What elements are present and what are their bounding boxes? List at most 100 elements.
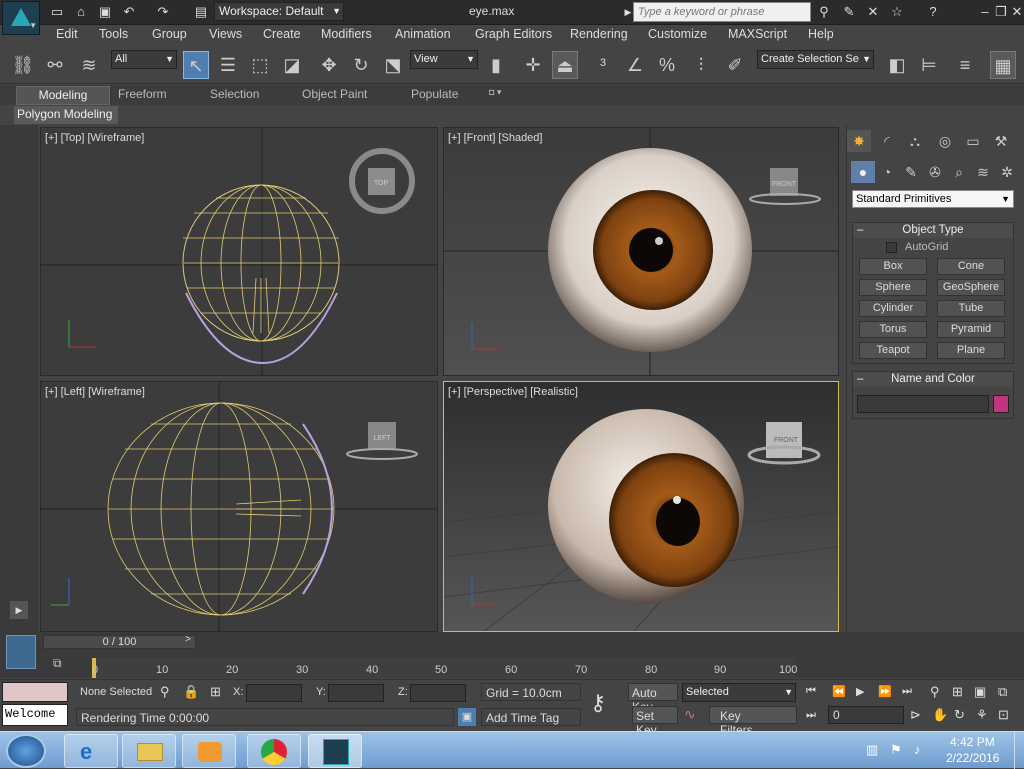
- modify-tab-icon[interactable]: ◜: [875, 130, 899, 152]
- object-type-header[interactable]: – Object Type: [853, 223, 1013, 238]
- time-slider-forward-icon[interactable]: >: [185, 634, 191, 645]
- torus-button[interactable]: Torus: [859, 321, 927, 338]
- motion-tab-icon[interactable]: ◎: [933, 130, 957, 152]
- cylinder-button[interactable]: Cylinder: [859, 300, 927, 317]
- viewport-top[interactable]: [+] [Top] [Wireframe] TOP: [40, 127, 438, 376]
- select-and-link-icon[interactable]: ⛓: [10, 51, 36, 79]
- default-in-out-key-icon[interactable]: ⚷: [590, 690, 606, 716]
- search-input[interactable]: Type a keyword or phrase: [633, 2, 811, 22]
- key-mode-toggle-icon[interactable]: ⏭: [806, 709, 816, 722]
- zoom-extents-icon[interactable]: ▣: [974, 684, 986, 700]
- help-icon[interactable]: ?: [924, 3, 942, 21]
- redo-icon[interactable]: ↷: [154, 3, 172, 21]
- key-mode-dropdown[interactable]: Selected ▼: [682, 683, 796, 702]
- shapes-icon[interactable]: ◔: [875, 161, 899, 183]
- select-by-name-icon[interactable]: ☰: [215, 51, 241, 79]
- maximize-viewport-icon[interactable]: ⊡: [998, 707, 1009, 723]
- viewport-layout-icon[interactable]: [6, 635, 36, 669]
- window-crossing-icon[interactable]: ◪: [279, 51, 305, 79]
- box-button[interactable]: Box: [859, 258, 927, 275]
- spinner-snap-icon[interactable]: ⫶: [688, 51, 714, 79]
- pivot-center-icon[interactable]: ▮: [483, 51, 509, 79]
- autogrid-checkbox[interactable]: [886, 242, 897, 253]
- set-key-button[interactable]: Set Key: [632, 706, 678, 737]
- maxscript-listener-input[interactable]: Welcome: [2, 704, 68, 726]
- show-desktop-button[interactable]: [1014, 732, 1024, 769]
- tab-object-paint[interactable]: Object Paint: [302, 87, 367, 101]
- menu-edit[interactable]: Edit: [56, 27, 78, 41]
- menu-modifiers[interactable]: Modifiers: [321, 27, 372, 41]
- save-icon[interactable]: ▣: [96, 3, 114, 21]
- percent-snap-icon[interactable]: %: [654, 51, 680, 79]
- polygon-modeling-panel[interactable]: Polygon Modeling: [14, 106, 118, 124]
- bind-space-warp-icon[interactable]: ≋: [76, 51, 102, 79]
- pyramid-button[interactable]: Pyramid: [937, 321, 1005, 338]
- tab-populate[interactable]: Populate: [411, 87, 458, 101]
- network-icon[interactable]: ▥: [866, 742, 878, 758]
- close-icon[interactable]: ✕: [1008, 3, 1024, 21]
- left-view-cube[interactable]: LEFT: [373, 435, 391, 442]
- clock-date[interactable]: 2/22/2016: [946, 751, 999, 765]
- unlink-icon[interactable]: ⚯: [42, 51, 68, 79]
- clock-time[interactable]: 4:42 PM: [950, 735, 995, 749]
- current-frame-field[interactable]: 0: [828, 706, 904, 724]
- plane-button[interactable]: Plane: [937, 342, 1005, 359]
- y-coordinate-field[interactable]: [328, 684, 384, 702]
- viewport-left[interactable]: [+] [Left] [Wireframe] LEFT: [40, 381, 438, 632]
- zoom-icon[interactable]: ⚲: [930, 684, 940, 700]
- category-dropdown[interactable]: Standard Primitives ▼: [852, 190, 1014, 208]
- helpers-icon[interactable]: ⌕: [947, 161, 971, 183]
- named-selection-set-dropdown[interactable]: Create Selection Se ▼: [757, 50, 874, 69]
- angle-snap-icon[interactable]: ∠: [622, 51, 648, 79]
- menu-help[interactable]: Help: [808, 27, 834, 41]
- scale-icon[interactable]: ⬔: [380, 51, 406, 79]
- display-tab-icon[interactable]: ▭: [961, 130, 985, 152]
- time-tag-icon[interactable]: ▣: [458, 708, 476, 726]
- maxscript-mini-listener-top[interactable]: [2, 682, 68, 702]
- go-to-start-icon[interactable]: ⏮: [806, 685, 816, 698]
- zoom-all-icon[interactable]: ⊞: [952, 684, 963, 700]
- isolate-selection-icon[interactable]: ⚲: [160, 684, 170, 700]
- media-player-icon[interactable]: [182, 734, 236, 768]
- object-color-swatch[interactable]: [993, 395, 1009, 413]
- viewport-perspective-label[interactable]: [+] [Perspective] [Realistic]: [448, 386, 578, 398]
- align-icon[interactable]: ⊨: [916, 51, 942, 79]
- tube-button[interactable]: Tube: [937, 300, 1005, 317]
- snap-toggle-icon[interactable]: ³: [590, 51, 616, 79]
- previous-frame-icon[interactable]: ⏪: [832, 685, 846, 698]
- hierarchy-tab-icon[interactable]: ⛬: [903, 130, 927, 152]
- edit-named-selection-icon[interactable]: ✐: [722, 51, 748, 79]
- cameras-icon[interactable]: ✇: [923, 161, 947, 183]
- subscription-icon[interactable]: ✎: [840, 3, 858, 21]
- tab-freeform[interactable]: Freeform: [118, 87, 167, 101]
- top-view-cube[interactable]: TOP: [374, 180, 389, 187]
- x-coordinate-field[interactable]: [246, 684, 302, 702]
- move-icon[interactable]: ✥: [316, 51, 342, 79]
- utilities-tab-icon[interactable]: ⚒: [989, 130, 1013, 152]
- binoculars-icon[interactable]: ⚲: [815, 3, 833, 21]
- menu-animation[interactable]: Animation: [395, 27, 451, 41]
- viewport-front[interactable]: [+] [Front] [Shaded] FRONT: [443, 127, 839, 376]
- menu-tools[interactable]: Tools: [99, 27, 128, 41]
- file-explorer-icon[interactable]: [122, 734, 176, 768]
- tab-selection[interactable]: Selection: [210, 87, 259, 101]
- viewport-left-label[interactable]: [+] [Left] [Wireframe]: [45, 386, 145, 398]
- menu-group[interactable]: Group: [152, 27, 187, 41]
- space-warps-icon[interactable]: ≋: [971, 161, 995, 183]
- object-name-input[interactable]: [857, 395, 989, 413]
- reference-coordinate-dropdown[interactable]: View ▼: [410, 50, 478, 69]
- ribbon-options-icon[interactable]: ◘ ▾: [489, 87, 501, 98]
- create-tab-icon[interactable]: ✸: [847, 130, 871, 152]
- next-frame-icon[interactable]: ⏩: [878, 685, 892, 698]
- systems-icon[interactable]: ✲: [995, 161, 1019, 183]
- menu-rendering[interactable]: Rendering: [570, 27, 628, 41]
- lights-icon[interactable]: ✎: [899, 161, 923, 183]
- rectangular-selection-icon[interactable]: ⬚: [247, 51, 273, 79]
- field-of-view-icon[interactable]: ⊳: [910, 707, 921, 723]
- walk-through-icon[interactable]: ⚘: [976, 707, 988, 723]
- volume-icon[interactable]: ♪: [914, 742, 921, 757]
- mini-curve-editor-icon[interactable]: ⧉: [53, 656, 71, 674]
- 3ds-max-taskbar-icon[interactable]: [308, 734, 362, 768]
- undo-icon[interactable]: ↶: [120, 3, 138, 21]
- workspace-dropdown[interactable]: Workspace: Default ▼: [214, 2, 344, 21]
